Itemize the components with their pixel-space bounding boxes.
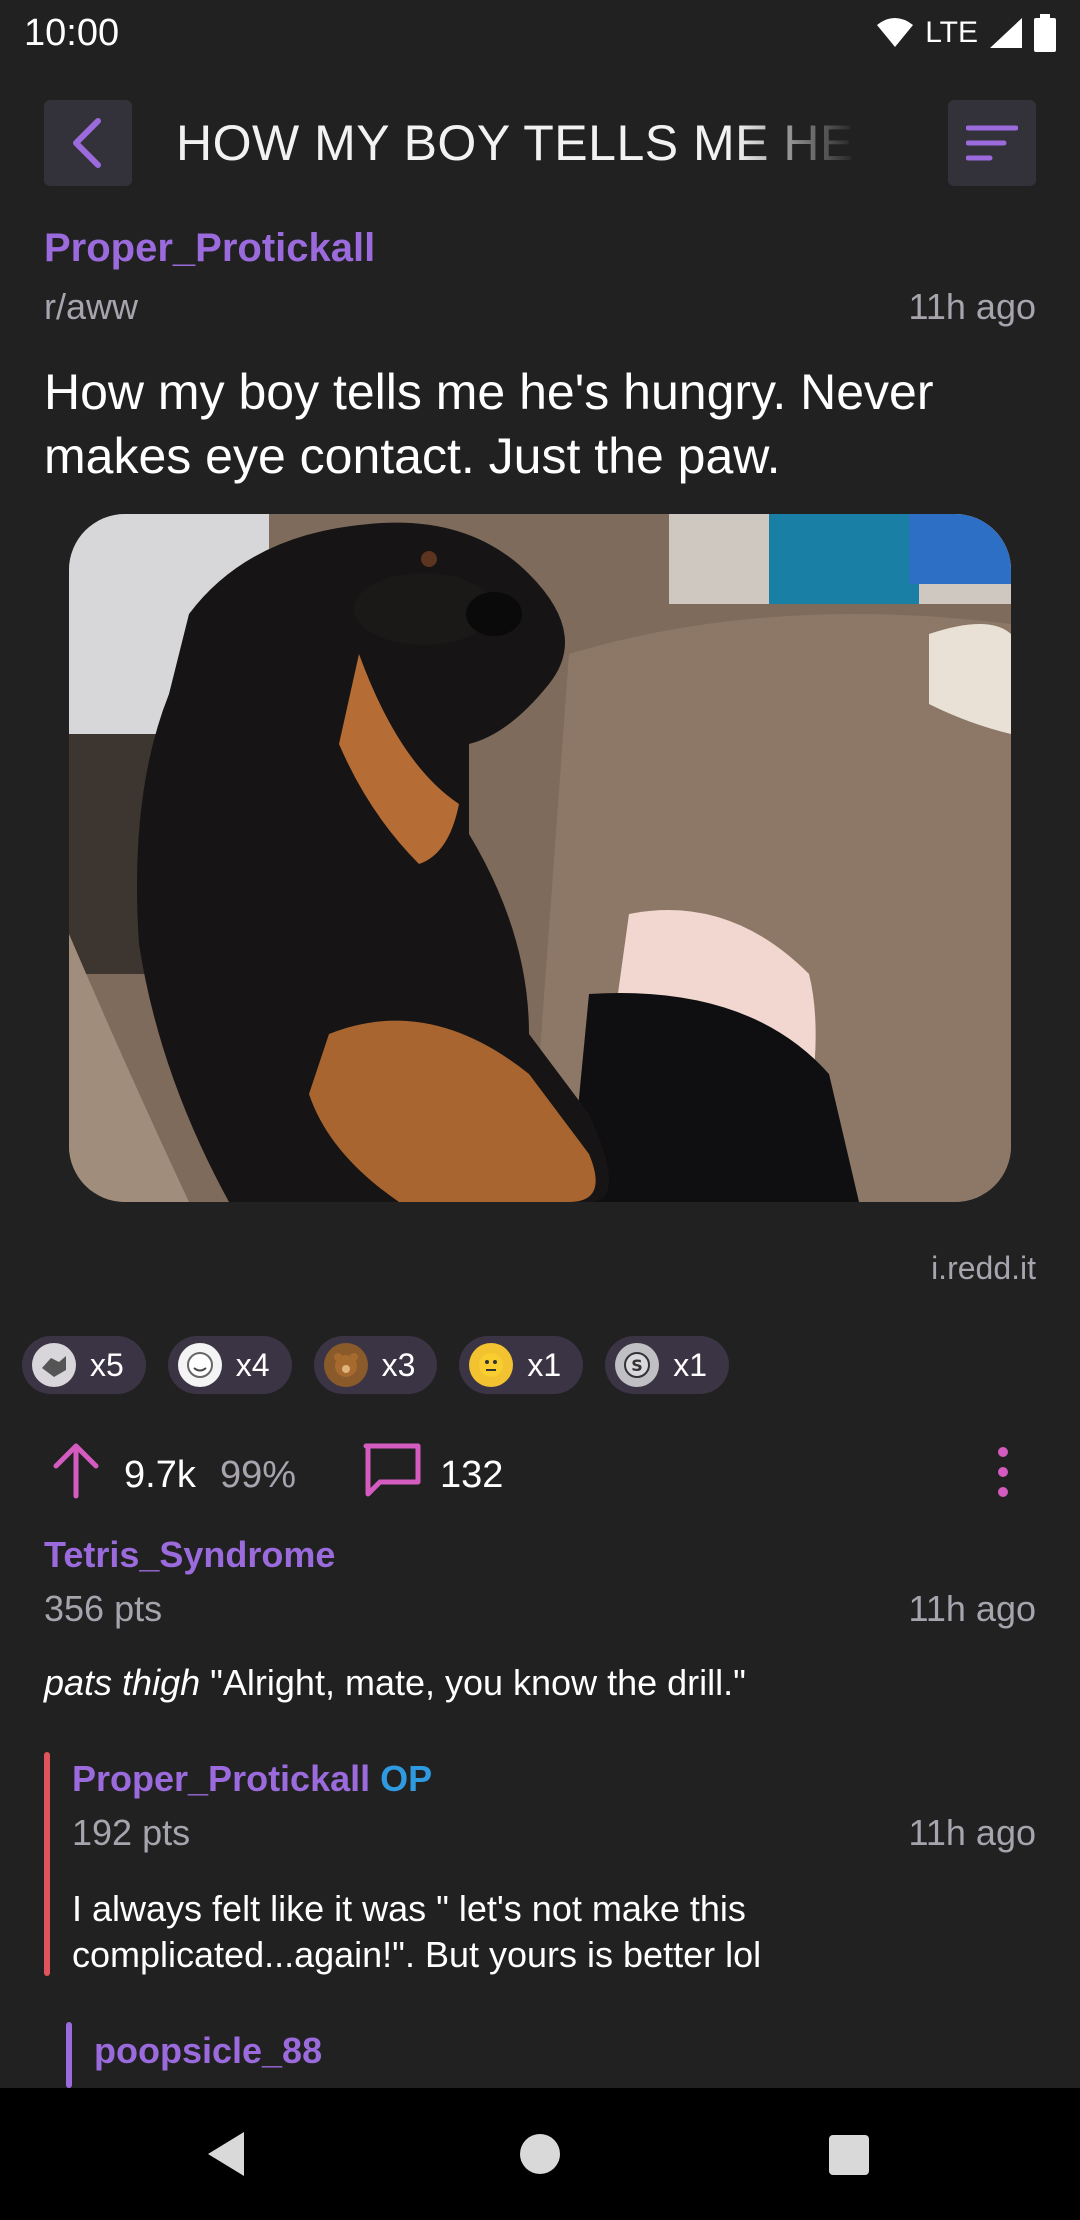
comment-points: 192 pts (72, 1812, 191, 1853)
sort-icon (966, 125, 1018, 161)
thread-line (44, 1752, 50, 1976)
comment-body-italic: pats thigh (44, 1662, 201, 1703)
status-icons: LTE (875, 14, 1056, 52)
op-badge: OP (380, 1758, 433, 1799)
comment-body-text: "Alright, mate, you know the drill." (200, 1662, 746, 1703)
face-award-icon (177, 1343, 222, 1387)
post-domain[interactable]: i.redd.it (931, 1250, 1036, 1287)
nav-home-icon[interactable] (518, 2132, 562, 2176)
comment-time: 11h ago (908, 1588, 1036, 1629)
silver-award-icon: S (615, 1343, 660, 1387)
post-action-bar: 9.7k 99% 132 (0, 1436, 1080, 1516)
upvote-ratio: 99% (220, 1454, 297, 1496)
post-score: 9.7k (124, 1454, 196, 1496)
handshake-award-icon (32, 1343, 76, 1387)
bear-award-icon (323, 1343, 368, 1387)
award-count: x3 (381, 1346, 416, 1383)
toolbar-title: HOW MY BOY TELLS ME HE'S HUNGRY. NEVER M… (176, 114, 856, 174)
award-chip[interactable]: x1 (459, 1336, 584, 1394)
wifi-icon (877, 18, 914, 47)
more-vertical-icon[interactable] (988, 1442, 1018, 1502)
nav-recent-apps-icon[interactable] (828, 2134, 870, 2176)
comment-body: I always felt like it was " let's not ma… (72, 1888, 762, 1975)
award-count: x1 (527, 1346, 562, 1383)
award-count: x4 (235, 1346, 270, 1383)
comment-points: 356 pts (44, 1588, 163, 1629)
signal-icon (990, 18, 1022, 48)
award-count: x5 (90, 1346, 124, 1383)
comment-author-name: Proper_Protickall (72, 1758, 371, 1799)
network-label: LTE (925, 16, 978, 49)
awards-row: x5 x4 x3 x1 S x1 (22, 1336, 729, 1394)
comment-author[interactable]: Tetris_Syndrome (44, 1534, 335, 1576)
status-bar: 10:00 LTE (0, 0, 1080, 66)
post-author[interactable]: Proper_Protickall (44, 226, 375, 271)
post-image[interactable] (69, 514, 1011, 1202)
post-title: How my boy tells me he's hungry. Never m… (44, 364, 934, 484)
comment-body: pats thigh "Alright, mate, you know the … (44, 1660, 1034, 1706)
thread-line (66, 2022, 72, 2088)
award-chip[interactable]: x4 (167, 1336, 292, 1394)
award-chip[interactable]: x5 (22, 1336, 146, 1394)
comment-time: 11h ago (908, 1812, 1036, 1853)
nav-back-icon[interactable] (204, 2130, 248, 2178)
comment-icon[interactable] (362, 1442, 422, 1498)
award-chip[interactable]: S x1 (605, 1336, 729, 1394)
chevron-left-icon (73, 118, 101, 168)
status-time: 10:00 (24, 11, 120, 54)
comment-author[interactable]: Proper_Protickall OP (72, 1758, 432, 1800)
dog-photo (69, 514, 1011, 1202)
yellow-face-award-icon (469, 1343, 514, 1387)
comment-count: 132 (440, 1454, 504, 1496)
toolbar: HOW MY BOY TELLS ME HE'S HUNGRY. NEVER M… (0, 96, 1080, 190)
battery-icon (1034, 14, 1056, 52)
award-chip[interactable]: x3 (313, 1336, 438, 1394)
post-time: 11h ago (908, 286, 1036, 327)
back-button[interactable] (44, 100, 132, 186)
svg-text:S: S (631, 1356, 643, 1375)
upvote-icon[interactable] (50, 1440, 102, 1500)
sort-button[interactable] (948, 100, 1036, 186)
award-count: x1 (673, 1346, 707, 1383)
post-subreddit[interactable]: r/aww (44, 286, 138, 328)
comment-author[interactable]: poopsicle_88 (94, 2030, 322, 2072)
navigation-bar (0, 2088, 1080, 2220)
